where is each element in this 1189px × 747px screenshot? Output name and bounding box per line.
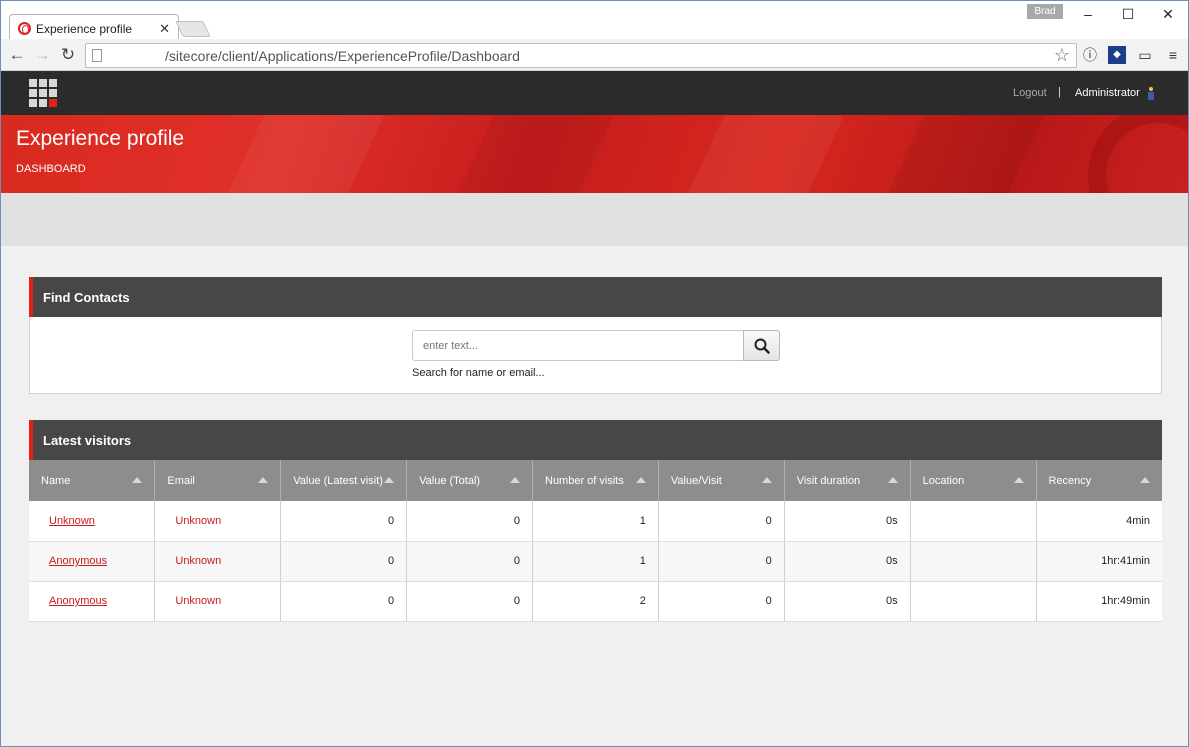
location-cell bbox=[910, 581, 1037, 622]
column-header-duration[interactable]: Visit duration bbox=[784, 460, 911, 501]
sort-arrow-icon[interactable] bbox=[1013, 477, 1024, 483]
recency-cell: 4min bbox=[1036, 501, 1162, 542]
banner-decoration bbox=[1088, 115, 1188, 193]
sort-arrow-icon[interactable] bbox=[510, 477, 520, 483]
page-icon bbox=[92, 49, 102, 62]
contact-name-link[interactable]: Anonymous bbox=[49, 595, 107, 607]
reload-icon[interactable]: ↻ bbox=[57, 44, 79, 66]
column-header-name[interactable]: Name bbox=[29, 460, 156, 501]
value-total-cell: 0 bbox=[406, 501, 533, 542]
contact-email: Unknown bbox=[175, 555, 222, 567]
sort-arrow-icon[interactable] bbox=[258, 477, 269, 483]
extension-info-icon[interactable]: ⓘ bbox=[1081, 46, 1099, 64]
search-button[interactable] bbox=[743, 330, 780, 361]
value-per-visit-cell: 0 bbox=[658, 541, 785, 582]
sort-arrow-icon[interactable] bbox=[384, 477, 395, 483]
location-cell bbox=[910, 541, 1037, 582]
back-icon[interactable]: ← bbox=[6, 44, 28, 66]
column-header-visits[interactable]: Number of visits bbox=[532, 460, 659, 501]
sitecore-favicon-icon bbox=[18, 22, 31, 35]
new-tab-button[interactable] bbox=[175, 21, 211, 37]
value-latest-cell: 0 bbox=[280, 541, 408, 582]
contact-name-link[interactable]: Unknown bbox=[49, 515, 95, 527]
duration-cell: 0s bbox=[784, 581, 911, 622]
page-title: Experience profile bbox=[16, 127, 185, 150]
duration-cell: 0s bbox=[784, 541, 911, 582]
value-latest-cell: 0 bbox=[280, 581, 408, 622]
table-row[interactable]: Anonymous Unknown 0 0 2 0 0s 1hr:49min bbox=[29, 581, 1162, 622]
recency-cell: 1hr:49min bbox=[1036, 581, 1162, 622]
recency-cell: 1hr:41min bbox=[1036, 541, 1162, 582]
maximize-icon[interactable]: ☐ bbox=[1108, 3, 1148, 25]
launchpad-icon[interactable] bbox=[29, 79, 57, 107]
menu-icon[interactable]: ≡ bbox=[1164, 46, 1182, 64]
location-cell bbox=[910, 501, 1037, 542]
column-header-recency[interactable]: Recency bbox=[1036, 460, 1162, 501]
browser-toolbar: ← → ↻ /sitecore/client/Applications/Expe… bbox=[1, 39, 1188, 71]
forward-icon[interactable]: → bbox=[31, 44, 53, 66]
extension-icon[interactable]: ◆ bbox=[1108, 46, 1126, 64]
sort-arrow-icon[interactable] bbox=[887, 477, 898, 483]
cast-icon[interactable]: ▭ bbox=[1136, 46, 1154, 64]
table-row[interactable]: Anonymous Unknown 0 0 1 0 0s 1hr:41min bbox=[29, 541, 1162, 582]
user-name[interactable]: Administrator bbox=[1075, 87, 1140, 99]
url-text: /sitecore/client/Applications/Experience… bbox=[165, 48, 520, 64]
visits-cell: 2 bbox=[532, 581, 659, 622]
search-icon bbox=[754, 338, 770, 354]
column-header-value-total[interactable]: Value (Total) bbox=[406, 460, 533, 501]
value-per-visit-cell: 0 bbox=[658, 501, 785, 542]
table-row[interactable]: Unknown Unknown 0 0 1 0 0s 4min bbox=[29, 501, 1162, 542]
contact-email: Unknown bbox=[175, 595, 222, 607]
value-total-cell: 0 bbox=[406, 581, 533, 622]
value-per-visit-cell: 0 bbox=[658, 581, 785, 622]
search-input[interactable] bbox=[412, 330, 744, 361]
close-tab-icon[interactable]: ✕ bbox=[159, 21, 170, 37]
value-latest-cell: 0 bbox=[280, 501, 408, 542]
find-contacts-header: Find Contacts bbox=[29, 277, 1162, 317]
breadcrumb: DASHBOARD bbox=[16, 163, 86, 175]
browser-tab[interactable]: Experience profile ✕ bbox=[9, 14, 179, 42]
duration-cell: 0s bbox=[784, 501, 911, 542]
sort-arrow-icon[interactable] bbox=[132, 477, 143, 483]
find-contacts-panel: Search for name or email... bbox=[29, 317, 1162, 394]
search-hint: Search for name or email... bbox=[412, 367, 545, 379]
latest-visitors-header: Latest visitors bbox=[29, 420, 1162, 460]
column-header-location[interactable]: Location bbox=[910, 460, 1037, 501]
profile-badge[interactable]: Brad bbox=[1027, 4, 1063, 19]
logout-link[interactable]: Logout bbox=[1013, 87, 1047, 99]
visits-cell: 1 bbox=[532, 541, 659, 582]
browser-tabbar: Experience profile ✕ Brad – ☐ ✕ bbox=[1, 1, 1188, 42]
minimize-icon[interactable]: – bbox=[1068, 3, 1108, 25]
tab-title: Experience profile bbox=[36, 21, 133, 36]
bookmark-star-icon[interactable]: ☆ bbox=[1054, 45, 1070, 66]
column-header-value-visit[interactable]: Value/Visit bbox=[658, 460, 785, 501]
header-separator: | bbox=[1058, 86, 1061, 98]
column-header-email[interactable]: Email bbox=[154, 460, 282, 501]
close-window-icon[interactable]: ✕ bbox=[1148, 3, 1188, 25]
action-bar bbox=[1, 193, 1188, 246]
column-header-value-latest[interactable]: Value (Latest visit) bbox=[280, 460, 408, 501]
user-avatar-icon[interactable] bbox=[1147, 86, 1155, 100]
sort-arrow-icon[interactable] bbox=[1140, 477, 1150, 483]
app-header: Logout | Administrator bbox=[1, 71, 1188, 115]
contact-email: Unknown bbox=[175, 514, 222, 527]
sort-arrow-icon[interactable] bbox=[761, 477, 772, 483]
sort-arrow-icon[interactable] bbox=[635, 477, 646, 483]
contact-name-link[interactable]: Anonymous bbox=[49, 555, 107, 567]
value-total-cell: 0 bbox=[406, 541, 533, 582]
visits-cell: 1 bbox=[532, 501, 659, 542]
page-banner: Experience profile DASHBOARD bbox=[1, 115, 1188, 193]
latest-visitors-table: Name Email Value (Latest visit) Value (T… bbox=[29, 460, 1162, 622]
address-bar[interactable]: /sitecore/client/Applications/Experience… bbox=[85, 43, 1077, 68]
